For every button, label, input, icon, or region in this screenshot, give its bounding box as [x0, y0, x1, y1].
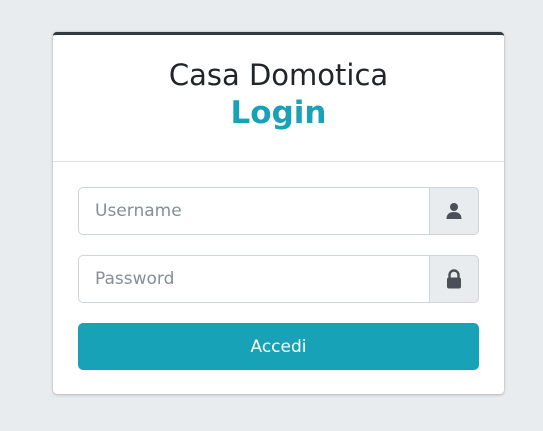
password-input[interactable] — [78, 255, 429, 303]
card-header: Casa Domotica Login — [53, 35, 504, 162]
username-addon — [429, 187, 479, 235]
site-name: Casa Domotica — [168, 58, 389, 92]
password-group — [78, 255, 479, 303]
lock-icon — [447, 269, 461, 289]
login-card: Casa Domotica Login Accedi — [53, 32, 504, 394]
username-group — [78, 187, 479, 235]
page-title: Login — [230, 95, 327, 131]
user-icon — [446, 203, 462, 219]
login-button[interactable]: Accedi — [78, 323, 479, 370]
password-addon — [429, 255, 479, 303]
username-input[interactable] — [78, 187, 429, 235]
